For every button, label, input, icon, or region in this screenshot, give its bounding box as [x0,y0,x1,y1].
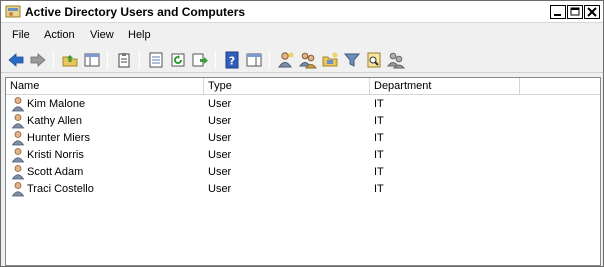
column-header-type[interactable]: Type [204,78,370,95]
user-icon [10,147,26,163]
list-item[interactable]: Kristi Norris User IT [6,147,600,164]
filter-icon[interactable] [343,51,361,69]
user-icon [10,96,26,112]
back-arrow-icon[interactable] [7,51,25,69]
user-name: Kathy Allen [27,115,83,127]
menu-file[interactable]: File [12,29,30,41]
export-list-icon[interactable] [191,51,209,69]
toolbar-separator [215,51,216,69]
list-item[interactable]: Kathy Allen User IT [6,113,600,130]
user-icon [10,164,26,180]
user-name: Kim Malone [27,98,86,110]
user-department: IT [374,166,384,178]
clipboard-icon[interactable] [115,51,133,69]
toolbar-separator [269,51,270,69]
console-tree-icon[interactable] [83,51,101,69]
user-type: User [208,166,232,178]
user-type: User [208,132,232,144]
list-header: Name Type Department [6,78,600,95]
list-item[interactable]: Traci Costello User IT [6,181,600,198]
user-department: IT [374,183,384,195]
list-item[interactable]: Kim Malone User IT [6,96,600,113]
app-window: Active Directory Users and Computers Fil… [0,0,604,267]
column-header-name[interactable]: Name [6,78,204,95]
user-department: IT [374,98,384,110]
column-header-empty[interactable] [520,78,600,95]
list-item[interactable]: Scott Adam User IT [6,164,600,181]
user-icon [10,113,26,129]
toolbar-separator [139,51,140,69]
list-item[interactable]: Hunter Miers User IT [6,130,600,147]
show-action-pane-icon[interactable] [245,51,263,69]
menu-bar: File Action View Help [1,25,603,45]
new-user-icon[interactable] [277,51,295,69]
minimize-button[interactable] [550,5,566,19]
user-icon [10,181,26,197]
add-to-group-icon[interactable] [387,51,405,69]
find-icon[interactable] [365,51,383,69]
toolbar: ? [1,47,603,73]
svg-text:?: ? [229,55,235,68]
menu-action[interactable]: Action [44,29,75,41]
user-name: Hunter Miers [27,132,90,144]
menu-help[interactable]: Help [128,29,151,41]
window-title: Active Directory Users and Computers [25,5,246,19]
user-icon [10,130,26,146]
close-button[interactable] [584,5,600,19]
ad-console-icon [5,4,21,20]
column-header-department[interactable]: Department [370,78,520,95]
user-name: Scott Adam [27,166,84,178]
maximize-button[interactable] [567,5,583,19]
new-group-icon[interactable] [299,51,317,69]
new-ou-icon[interactable] [321,51,339,69]
forward-arrow-icon[interactable] [29,51,47,69]
user-name: Traci Costello [27,183,94,195]
user-name: Kristi Norris [27,149,84,161]
properties-icon[interactable] [147,51,165,69]
user-department: IT [374,115,384,127]
toolbar-separator [107,51,108,69]
menu-view[interactable]: View [90,29,114,41]
refresh-icon[interactable] [169,51,187,69]
help-icon[interactable]: ? [223,51,241,69]
user-type: User [208,115,232,127]
user-department: IT [374,132,384,144]
user-type: User [208,183,232,195]
user-type: User [208,149,232,161]
user-department: IT [374,149,384,161]
user-type: User [208,98,232,110]
title-bar[interactable]: Active Directory Users and Computers [1,1,603,23]
up-folder-icon[interactable] [61,51,79,69]
toolbar-separator [53,51,54,69]
users-list-view[interactable]: Name Type Department Kim Malone User IT … [5,77,601,266]
